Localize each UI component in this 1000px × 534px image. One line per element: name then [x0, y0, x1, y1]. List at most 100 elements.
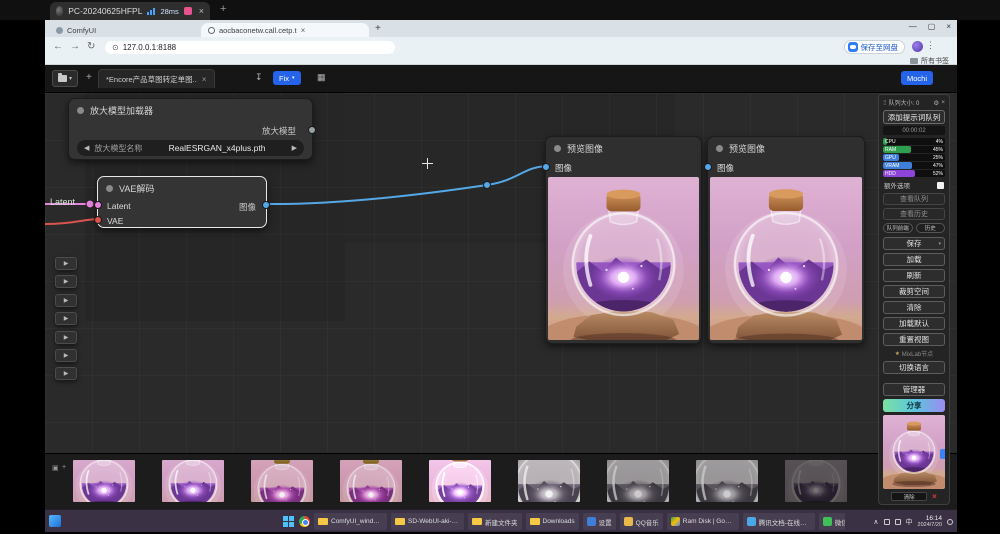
- workflow-tab-close-icon[interactable]: ×: [202, 75, 207, 84]
- preview-close-icon[interactable]: ×: [932, 492, 937, 501]
- clipspace-button[interactable]: 裁剪空间: [883, 285, 945, 298]
- drag-handle-icon[interactable]: ⣿: [883, 100, 887, 106]
- collapsed-node-button[interactable]: ▶: [55, 312, 77, 325]
- vae-input-port[interactable]: [94, 216, 102, 224]
- feed-add-icon[interactable]: +: [62, 464, 66, 471]
- combo-next-icon[interactable]: ▶: [292, 144, 297, 152]
- new-tab-button[interactable]: +: [375, 23, 381, 34]
- remote-new-tab-button[interactable]: +: [220, 3, 226, 15]
- collapsed-node-button[interactable]: ▶: [55, 367, 77, 380]
- node-upscale-model-loader[interactable]: 放大模型加载器 放大模型 ◀ 放大模型名称 RealESRGAN_x4plus.…: [68, 98, 313, 160]
- taskbar-item[interactable]: 新建文件夹: [468, 513, 522, 530]
- taskbar-item[interactable]: Ram Disk | Google Driv: [667, 513, 739, 530]
- panel-close-icon[interactable]: ×: [941, 99, 945, 106]
- browser-tab-active[interactable]: aocbaconetw.call.cetp.t ×: [201, 23, 369, 37]
- workflow-tab[interactable]: *Encore产品草图转定单图.. ×: [98, 69, 215, 88]
- browser-tab-comfyui[interactable]: ComfyUI: [49, 23, 197, 37]
- profile-avatar[interactable]: [912, 41, 923, 52]
- load-default-button[interactable]: 加载默认: [883, 317, 945, 330]
- preview-clear-button[interactable]: 清除: [891, 492, 927, 501]
- feed-thumbnail[interactable]: [340, 460, 402, 502]
- new-workflow-button[interactable]: +: [86, 72, 92, 83]
- taskbar-item[interactable]: QQ音乐: [620, 513, 663, 530]
- export-icon[interactable]: ↧: [255, 72, 263, 83]
- image-input-port[interactable]: [542, 163, 550, 171]
- queue-prompt-button[interactable]: 添加提示词队列: [883, 110, 945, 124]
- window-minimize-button[interactable]: —: [909, 22, 917, 31]
- feed-thumbnail[interactable]: [785, 460, 847, 502]
- feed-thumbnail[interactable]: [162, 460, 224, 502]
- tray-expand-icon[interactable]: ∧: [873, 518, 878, 526]
- grid-view-icon[interactable]: ▦: [317, 72, 326, 83]
- sidebar-preview-image[interactable]: [883, 415, 945, 489]
- taskbar-item[interactable]: 腾讯文档-在线文档: [743, 513, 815, 530]
- node-canvas[interactable]: Latent 放大模型加载器 放大模型 ◀ 放大模型名称 RealESRGAN_…: [45, 93, 957, 453]
- reload-icon[interactable]: ↻: [87, 41, 95, 52]
- widgets-icon[interactable]: [49, 515, 61, 527]
- load-button[interactable]: 加载: [883, 253, 945, 266]
- taskbar-item[interactable]: SD-WebUI-aki-v4.8: [391, 513, 464, 530]
- address-bar[interactable]: ⊙ 127.0.0.1:8188: [105, 41, 395, 54]
- queue-front-button[interactable]: 队列前端: [883, 223, 913, 233]
- back-icon[interactable]: ←: [53, 41, 63, 52]
- reset-view-button[interactable]: 重置视图: [883, 333, 945, 346]
- volume-icon[interactable]: [895, 519, 901, 525]
- mixlab-nodes-button[interactable]: ★ MixLab节点: [883, 349, 945, 358]
- node-collapse-dot[interactable]: [77, 107, 84, 114]
- browser-menu-icon[interactable]: ⋮: [926, 40, 935, 51]
- window-maximize-button[interactable]: ▢: [928, 22, 936, 31]
- feed-thumbnail[interactable]: [429, 460, 491, 502]
- chrome-taskbar-icon[interactable]: [299, 516, 310, 527]
- image-input-port[interactable]: [704, 163, 712, 171]
- collapsed-node-button[interactable]: ▶: [55, 349, 77, 362]
- gear-icon[interactable]: ⚙: [933, 99, 939, 107]
- extra-options-checkbox[interactable]: [937, 182, 944, 189]
- fix-button[interactable]: Fix ▾: [273, 71, 301, 85]
- feed-thumbnail[interactable]: [607, 460, 669, 502]
- image-output-port[interactable]: [262, 201, 270, 209]
- forward-icon[interactable]: →: [70, 41, 80, 52]
- taskbar-item[interactable]: 设置: [583, 513, 616, 530]
- collapsed-node-button[interactable]: ▶: [55, 331, 77, 344]
- model-name-combo-widget[interactable]: ◀ 放大模型名称 RealESRGAN_x4plus.pth ▶: [77, 140, 304, 156]
- node-collapse-dot[interactable]: [716, 145, 723, 152]
- feed-thumbnail[interactable]: [251, 460, 313, 502]
- input-language-indicator[interactable]: 中: [906, 517, 913, 527]
- feed-images-icon[interactable]: ▣: [52, 464, 59, 472]
- taskbar-clock[interactable]: 16:14 2024/7/20: [918, 515, 942, 529]
- switch-language-button[interactable]: 切换语言: [883, 361, 945, 374]
- view-queue-button[interactable]: 查看队列: [883, 193, 945, 205]
- upscale-model-output-port[interactable]: [308, 126, 316, 134]
- tab-close-icon[interactable]: ×: [301, 26, 306, 35]
- manager-button[interactable]: 管理器: [883, 383, 945, 396]
- start-button[interactable]: [283, 516, 295, 528]
- feed-thumbnail[interactable]: [73, 460, 135, 502]
- share-button[interactable]: 分享: [883, 399, 945, 412]
- taskbar-item[interactable]: Downloads: [526, 513, 579, 530]
- notification-icon[interactable]: [947, 519, 953, 525]
- node-collapse-dot[interactable]: [106, 185, 113, 192]
- window-close-button[interactable]: ×: [946, 22, 951, 31]
- view-history-button[interactable]: 查看历史: [883, 208, 945, 220]
- node-collapse-dot[interactable]: [554, 145, 561, 152]
- network-icon[interactable]: [884, 519, 890, 525]
- clear-button[interactable]: 清除: [883, 301, 945, 314]
- site-info-icon[interactable]: ⊙: [112, 43, 119, 52]
- mochi-button[interactable]: Mochi: [901, 71, 933, 85]
- collapsed-node-button[interactable]: ▶: [55, 257, 77, 270]
- taskbar-item[interactable]: 微信: [819, 513, 845, 530]
- latent-input-port[interactable]: [94, 201, 102, 209]
- save-button[interactable]: 保存▾: [883, 237, 945, 250]
- taskbar-item[interactable]: ComfyUI_windows_po...: [314, 513, 387, 530]
- collapsed-node-button[interactable]: ▶: [55, 294, 77, 307]
- collapsed-node-button[interactable]: ▶: [55, 275, 77, 288]
- workflows-folder-button[interactable]: ▾: [52, 70, 78, 87]
- node-vae-decode[interactable]: VAE解码 Latent VAE 图像: [97, 176, 267, 228]
- feed-thumbnail[interactable]: [696, 460, 758, 502]
- remote-tab-close-icon[interactable]: ×: [199, 6, 204, 16]
- refresh-button[interactable]: 刷新: [883, 269, 945, 282]
- combo-prev-icon[interactable]: ◀: [84, 144, 89, 152]
- extension-pill-button[interactable]: 保存至网盘: [844, 40, 906, 54]
- node-preview-image-2[interactable]: 预览图像 图像: [707, 136, 865, 344]
- remote-session-tab[interactable]: PC-20240625HFPL 28ms ×: [50, 2, 210, 20]
